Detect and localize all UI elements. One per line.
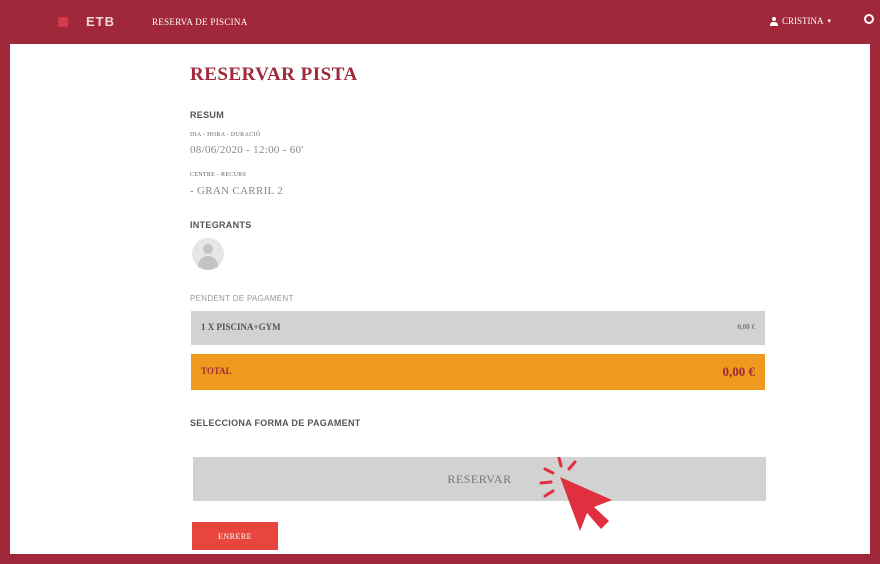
- centre-value: - GRAN CARRIL 2: [190, 185, 284, 197]
- avatar-body: [198, 256, 218, 270]
- total-row: TOTAL 0,00 €: [191, 354, 765, 390]
- members-heading: INTEGRANTS: [190, 220, 252, 230]
- datetime-label: DIA - HORA - DURACIÓ: [190, 132, 261, 138]
- user-name: CRISTINA: [782, 16, 824, 26]
- chevron-down-icon: ▾: [827, 17, 832, 25]
- top-navigation-bar: ETB RESERVA DE PISCINA CRISTINA ▾: [0, 0, 880, 44]
- pending-payment-label: PENDENT DE PAGAMENT: [190, 294, 294, 303]
- payment-method-heading: SELECCIONA FORMA DE PAGAMENT: [190, 418, 361, 428]
- reserve-button[interactable]: RESERVAR: [193, 457, 766, 501]
- click-pointer-icon: [539, 457, 612, 531]
- app-title[interactable]: RESERVA DE PISCINA: [152, 17, 248, 27]
- bottom-bar: [0, 554, 880, 564]
- logo-text: ETB: [86, 14, 115, 29]
- avatar-placeholder-icon[interactable]: [192, 238, 224, 270]
- datetime-value: 08/06/2020 - 12:00 - 60': [190, 144, 304, 156]
- back-button[interactable]: ENRERE: [192, 522, 278, 550]
- logo-mark-icon: [58, 16, 68, 27]
- user-icon: [770, 16, 778, 26]
- user-menu[interactable]: CRISTINA ▾: [770, 16, 831, 26]
- page-title: RESERVAR PISTA: [190, 64, 358, 85]
- avatar-head: [203, 244, 213, 254]
- line-item-row: 1 X PISCINA+GYM 0,00 €: [191, 311, 765, 345]
- total-label: TOTAL: [201, 366, 232, 376]
- summary-heading: RESUM: [190, 110, 225, 120]
- logo[interactable]: ETB: [58, 14, 115, 29]
- globe-icon[interactable]: [864, 14, 874, 24]
- line-item-price: 0,00 €: [737, 323, 756, 331]
- line-item-name: 1 X PISCINA+GYM: [201, 322, 281, 332]
- centre-label: CENTRE - RECURS: [190, 172, 247, 178]
- total-price: 0,00 €: [722, 364, 756, 379]
